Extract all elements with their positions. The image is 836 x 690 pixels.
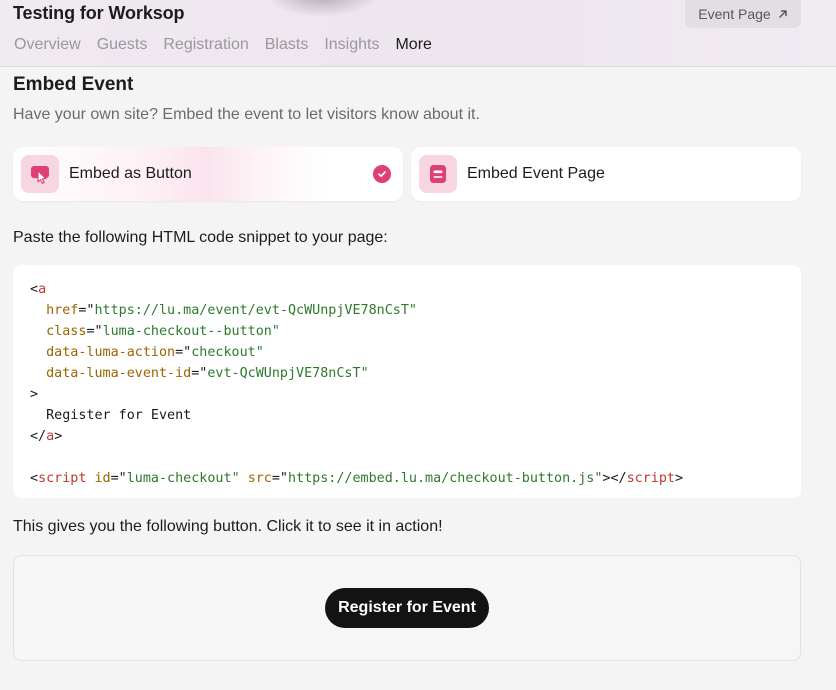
tab-bar: Overview Guests Registration Blasts Insi… — [14, 35, 432, 66]
code-line: data-luma-event-id="evt-QcWUnpjVE78nCsT" — [46, 366, 369, 381]
tab-guests[interactable]: Guests — [97, 35, 148, 66]
tab-insights[interactable]: Insights — [324, 35, 379, 66]
event-page-label: Event Page — [698, 6, 771, 22]
code-href-value: https://lu.ma/event/evt-QcWUnpjVE78nCsT — [94, 303, 409, 318]
embed-as-button-label: Embed as Button — [69, 165, 192, 182]
cursor-click-icon — [21, 155, 59, 193]
code-script-id-value: luma-checkout — [126, 471, 232, 486]
embed-event-page-label: Embed Event Page — [467, 165, 605, 182]
embed-as-button-option[interactable]: Embed as Button — [13, 147, 403, 201]
code-line: href="https://lu.ma/event/evt-QcWUnpjVE7… — [46, 303, 417, 318]
code-line: Register for Event — [30, 405, 801, 426]
page: Testing for Worksop Event Page Overview … — [0, 0, 836, 690]
arrow-up-right-icon — [778, 10, 787, 18]
header-avatar-blur — [268, 0, 378, 16]
tab-overview[interactable]: Overview — [14, 35, 81, 66]
tab-more[interactable]: More — [395, 35, 431, 66]
event-header: Testing for Worksop Event Page Overview … — [0, 0, 836, 67]
code-script-src-value: https://embed.lu.ma/checkout-button.js — [288, 471, 595, 486]
code-instruction: Paste the following HTML code snippet to… — [13, 229, 388, 246]
code-line: <script id="luma-checkout" src="https://… — [30, 471, 684, 486]
page-embed-icon — [419, 155, 457, 193]
tab-blasts[interactable]: Blasts — [265, 35, 309, 66]
register-for-event-button[interactable]: Register for Event — [325, 588, 489, 628]
section-subtitle: Have your own site? Embed the event to l… — [13, 106, 480, 123]
code-link-text: Register for Event — [46, 408, 192, 423]
code-line: data-luma-action="checkout" — [46, 345, 264, 360]
code-event-id-value: evt-QcWUnpjVE78nCsT — [207, 366, 361, 381]
button-preview-box: Register for Event — [13, 555, 801, 661]
section-title: Embed Event — [13, 74, 134, 95]
code-line: <a — [30, 282, 47, 297]
code-class-value: luma-checkout--button — [102, 324, 272, 339]
code-snippet[interactable]: <a href="https://lu.ma/event/evt-QcWUnpj… — [13, 265, 801, 498]
embed-event-page-option[interactable]: Embed Event Page — [411, 147, 801, 201]
preview-caption: This gives you the following button. Cli… — [13, 518, 443, 535]
code-line: </a> — [30, 429, 63, 444]
event-page-button[interactable]: Event Page — [685, 0, 801, 28]
check-circle-icon — [373, 165, 391, 183]
tab-registration[interactable]: Registration — [163, 35, 248, 66]
event-title: Testing for Worksop — [13, 3, 185, 23]
code-line: class="luma-checkout--button" — [46, 324, 280, 339]
code-action-value: checkout — [191, 345, 256, 360]
code-line: > — [30, 387, 39, 402]
